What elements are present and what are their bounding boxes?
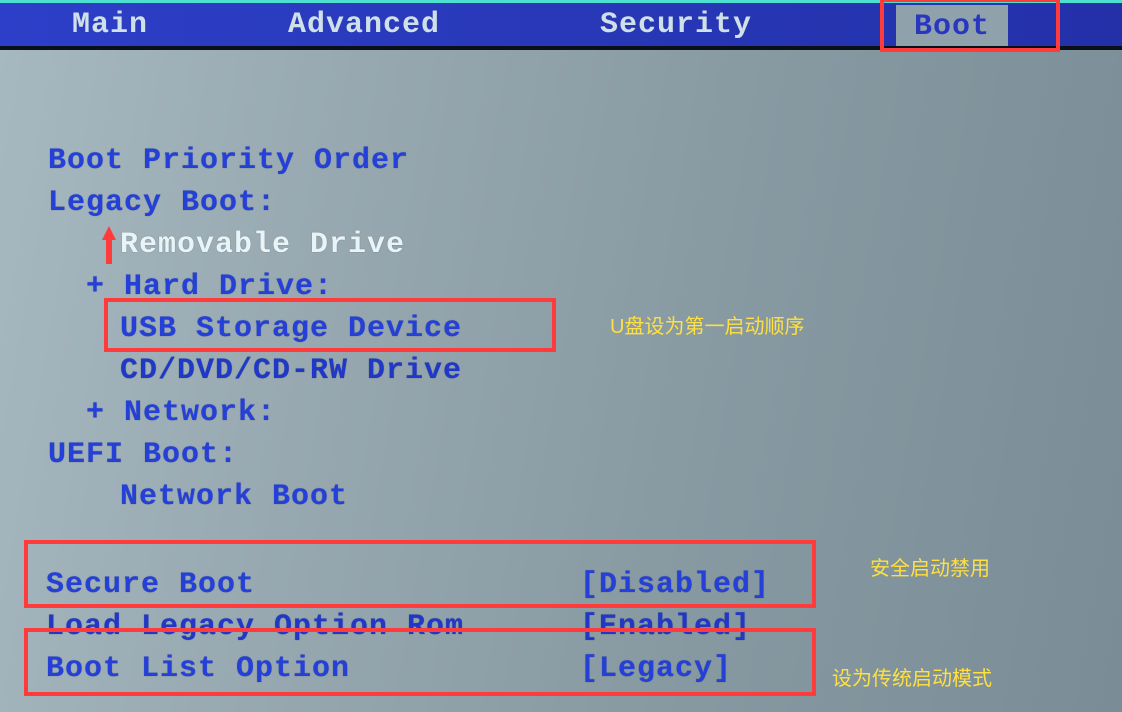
tab-security[interactable]: Security [590, 4, 762, 46]
heading-uefi-boot: UEFI Boot: [48, 438, 238, 472]
annotation-text-secure-disable: 安全启动禁用 [870, 552, 990, 581]
annotation-text-usb-first: U盘设为第一启动顺序 [610, 310, 804, 339]
item-network[interactable]: + Network: [86, 396, 276, 430]
annotation-text-legacy-mode: 设为传统启动模式 [832, 662, 992, 691]
heading-boot-priority-order: Boot Priority Order [48, 144, 409, 178]
annotation-box-boot-list [24, 628, 816, 696]
heading-legacy-boot: Legacy Boot: [48, 186, 276, 220]
annotation-box-usb [104, 298, 556, 352]
tab-main[interactable]: Main [62, 4, 158, 46]
annotation-box-secure-boot [24, 540, 816, 608]
annotation-arrow-stem [106, 238, 112, 264]
item-cd-dvd-drive[interactable]: CD/DVD/CD-RW Drive [120, 354, 462, 388]
item-network-boot[interactable]: Network Boot [120, 480, 348, 514]
tab-advanced[interactable]: Advanced [278, 4, 450, 46]
annotation-box-boot-tab [880, 0, 1060, 52]
item-removable-drive[interactable]: Removable Drive [120, 228, 405, 262]
